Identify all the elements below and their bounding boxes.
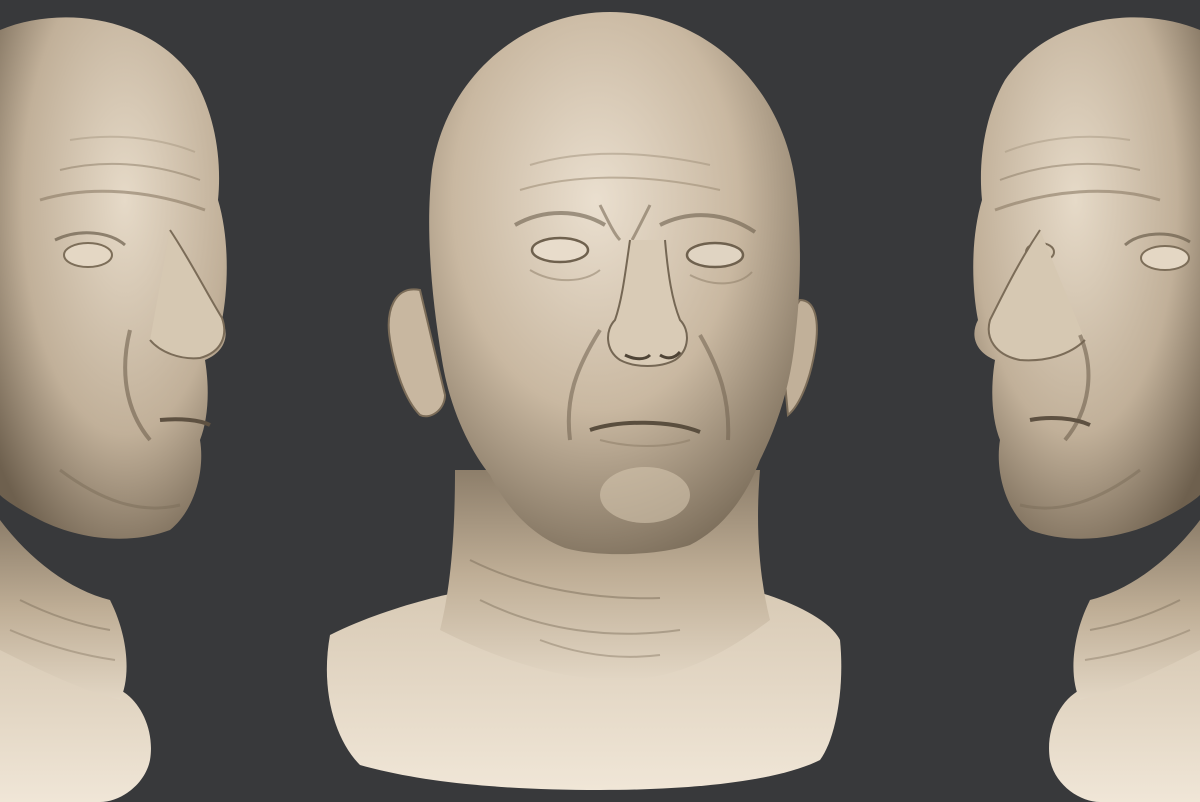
side-view-left (0, 17, 227, 802)
sculpt-render (0, 12, 1200, 802)
left-bust-eye (63, 242, 113, 268)
right-bust-head (973, 17, 1200, 539)
front-view (326, 12, 842, 790)
render-viewport (0, 0, 1200, 802)
front-bust-eye-right (685, 241, 745, 269)
right-bust-eye (1140, 245, 1190, 271)
front-bust-eye-left (530, 236, 590, 264)
side-view-right (973, 17, 1200, 802)
